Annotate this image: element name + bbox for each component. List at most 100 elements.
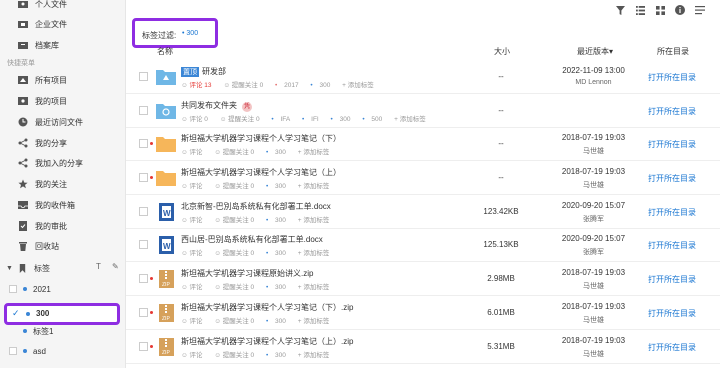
tag-chip[interactable]: • 300: [266, 183, 291, 190]
sidebar-item-approvals[interactable]: 我的审批: [0, 216, 126, 236]
list-view-icon[interactable]: [634, 4, 646, 16]
follow-count[interactable]: ☺ 提醒关注 0: [214, 250, 259, 257]
column-header-size[interactable]: 大小: [494, 46, 510, 57]
tags-section-header[interactable]: ▼ 标签 T ✎: [0, 258, 126, 278]
tag-chip[interactable]: • IFI: [302, 116, 324, 123]
sidebar-item-recent-files[interactable]: 最近访问文件: [0, 112, 126, 132]
file-name[interactable]: 共同发布文件夹凭: [181, 100, 252, 112]
open-directory-link[interactable]: 打开所在目录: [648, 139, 696, 150]
column-header-latest-version[interactable]: 最近版本▾: [577, 46, 613, 57]
sidebar-item-my-shares[interactable]: 我的分享: [0, 133, 126, 153]
row-checkbox[interactable]: [139, 207, 148, 216]
table-row[interactable]: W 北京新智-巴別岛系统私有化部署工单.docx ☺ 评论 ☺ 提醒关注 0 •…: [126, 195, 720, 229]
open-directory-link[interactable]: 打开所在目录: [648, 207, 696, 218]
table-row[interactable]: 斯坦福大学机器学习课程个人学习笔记（上） ☺ 评论 ☺ 提醒关注 0 • 300…: [126, 161, 720, 195]
tag-chip[interactable]: • 300: [266, 284, 291, 291]
follow-count[interactable]: ☺ 提醒关注 0: [223, 82, 268, 89]
tag-chip[interactable]: • 300: [331, 116, 356, 123]
open-directory-link[interactable]: 打开所在目录: [648, 240, 696, 251]
add-tag-link[interactable]: + 添加标签: [298, 183, 335, 190]
tag-checkbox[interactable]: [9, 327, 17, 335]
tag-checkbox[interactable]: [9, 347, 17, 355]
add-tag-link[interactable]: + 添加标签: [342, 82, 379, 89]
add-tag-link[interactable]: + 添加标签: [298, 284, 335, 291]
sidebar-item-all-projects[interactable]: 所有项目: [0, 70, 126, 90]
follow-count[interactable]: ☺ 提醒关注 0: [214, 318, 259, 325]
file-name[interactable]: 斯坦福大学机器学习课程原始讲义.zip: [181, 268, 313, 279]
sidebar-item-trash[interactable]: 回收站: [0, 236, 126, 256]
tag-item-label1[interactable]: 标签1: [0, 321, 126, 341]
open-directory-link[interactable]: 打开所在目录: [648, 106, 696, 117]
row-checkbox[interactable]: [139, 240, 148, 249]
row-checkbox[interactable]: [139, 72, 148, 81]
file-name[interactable]: 置顶 研发部: [181, 66, 226, 77]
tag-chip[interactable]: • 300: [266, 352, 291, 359]
file-name[interactable]: 斯坦福大学机器学习课程个人学习笔记（下）.zip: [181, 302, 353, 313]
add-tag-link[interactable]: + 添加标签: [298, 217, 335, 224]
comment-count[interactable]: ☺ 评论 13: [181, 82, 217, 89]
sidebar-item-enterprise-files[interactable]: 企业文件: [0, 14, 126, 34]
tag-chip[interactable]: • 300: [310, 82, 335, 89]
open-directory-link[interactable]: 打开所在目录: [648, 173, 696, 184]
tag-filter-icon[interactable]: T: [96, 262, 101, 271]
sidebar-item-personal-files[interactable]: 个人文件: [0, 0, 126, 14]
follow-count[interactable]: ☺ 提醒关注 0: [214, 284, 259, 291]
menu-icon[interactable]: [694, 4, 706, 16]
follow-count[interactable]: ☺ 提醒关注 0: [214, 217, 259, 224]
open-directory-link[interactable]: 打开所在目录: [648, 72, 696, 83]
comment-count[interactable]: ☺ 评论: [181, 352, 207, 359]
sidebar-item-my-follows[interactable]: 我的关注: [0, 174, 126, 194]
comment-count[interactable]: ☺ 评论: [181, 250, 207, 257]
grid-view-icon[interactable]: [654, 4, 666, 16]
tag-item-2021[interactable]: 2021: [0, 279, 126, 299]
follow-count[interactable]: ☺ 提醒关注 0: [214, 149, 259, 156]
table-row[interactable]: 共同发布文件夹凭 ☺ 评论 0 ☺ 提醒关注 0 • IFA • IFI • 3…: [126, 94, 720, 128]
wrench-icon[interactable]: ✎: [112, 262, 119, 271]
tag-chip[interactable]: • IFA: [271, 116, 295, 123]
open-directory-link[interactable]: 打开所在目录: [648, 308, 696, 319]
follow-count[interactable]: ☺ 提醒关注 0: [214, 183, 259, 190]
table-row[interactable]: 置顶 研发部 ☺ 评论 13 ☺ 提醒关注 0 • 2017 • 300 + 添加…: [126, 60, 720, 94]
sidebar-item-inbox[interactable]: 我的收件箱: [0, 195, 126, 215]
file-name[interactable]: 斯坦福大学机器学习课程个人学习笔记（下）: [181, 133, 341, 144]
file-name[interactable]: 斯坦福大学机器学习课程个人学习笔记（上）: [181, 167, 341, 178]
file-name[interactable]: 西山居-巴别岛系统私有化部署工单.docx: [181, 234, 323, 245]
file-name[interactable]: 斯坦福大学机器学习课程个人学习笔记（上）.zip: [181, 336, 353, 347]
tag-chip[interactable]: • 300: [266, 149, 291, 156]
add-tag-link[interactable]: + 添加标签: [298, 250, 335, 257]
table-row[interactable]: ZIP 斯坦福大学机器学习课程原始讲义.zip ☺ 评论 ☺ 提醒关注 0 • …: [126, 262, 720, 296]
row-checkbox[interactable]: [139, 173, 148, 182]
tag-chip[interactable]: • 2017: [275, 82, 304, 89]
comment-count[interactable]: ☺ 评论: [181, 318, 207, 325]
comment-count[interactable]: ☺ 评论 0: [181, 116, 213, 123]
file-name[interactable]: 北京新智-巴別岛系统私有化部署工单.docx: [181, 201, 331, 212]
open-directory-link[interactable]: 打开所在目录: [648, 342, 696, 353]
table-row[interactable]: W 西山居-巴别岛系统私有化部署工单.docx ☺ 评论 ☺ 提醒关注 0 • …: [126, 228, 720, 262]
table-row[interactable]: ZIP 斯坦福大学机器学习课程个人学习笔记（下）.zip ☺ 评论 ☺ 提醒关注…: [126, 296, 720, 330]
table-row[interactable]: 斯坦福大学机器学习课程个人学习笔记（下） ☺ 评论 ☺ 提醒关注 0 • 300…: [126, 127, 720, 161]
table-row[interactable]: ZIP 斯坦福大学机器学习课程个人学习笔记（上）.zip ☺ 评论 ☺ 提醒关注…: [126, 330, 720, 364]
info-icon[interactable]: [674, 4, 686, 16]
add-tag-link[interactable]: + 添加标签: [298, 352, 335, 359]
row-checkbox[interactable]: [139, 139, 148, 148]
tag-checkbox[interactable]: [9, 285, 17, 293]
sidebar-item-my-projects[interactable]: 我的项目: [0, 91, 126, 111]
sidebar-item-archive[interactable]: 档案库: [0, 35, 126, 55]
row-checkbox[interactable]: [139, 274, 148, 283]
tag-chip[interactable]: • 300: [266, 250, 291, 257]
add-tag-link[interactable]: + 添加标签: [298, 318, 335, 325]
tag-filter-value[interactable]: • 300: [182, 30, 198, 37]
comment-count[interactable]: ☺ 评论: [181, 284, 207, 291]
comment-count[interactable]: ☺ 评论: [181, 217, 207, 224]
follow-count[interactable]: ☺ 提醒关注 0: [220, 116, 265, 123]
comment-count[interactable]: ☺ 评论: [181, 149, 207, 156]
row-checkbox[interactable]: [139, 308, 148, 317]
add-tag-link[interactable]: + 添加标签: [298, 149, 335, 156]
tag-chip[interactable]: • 300: [266, 318, 291, 325]
tag-item-asd[interactable]: asd: [0, 341, 126, 361]
open-directory-link[interactable]: 打开所在目录: [648, 274, 696, 285]
add-tag-link[interactable]: + 添加标签: [394, 116, 431, 123]
column-header-name[interactable]: 名称: [157, 46, 173, 57]
tag-chip[interactable]: • 500: [362, 116, 387, 123]
filter-icon[interactable]: [614, 4, 626, 16]
